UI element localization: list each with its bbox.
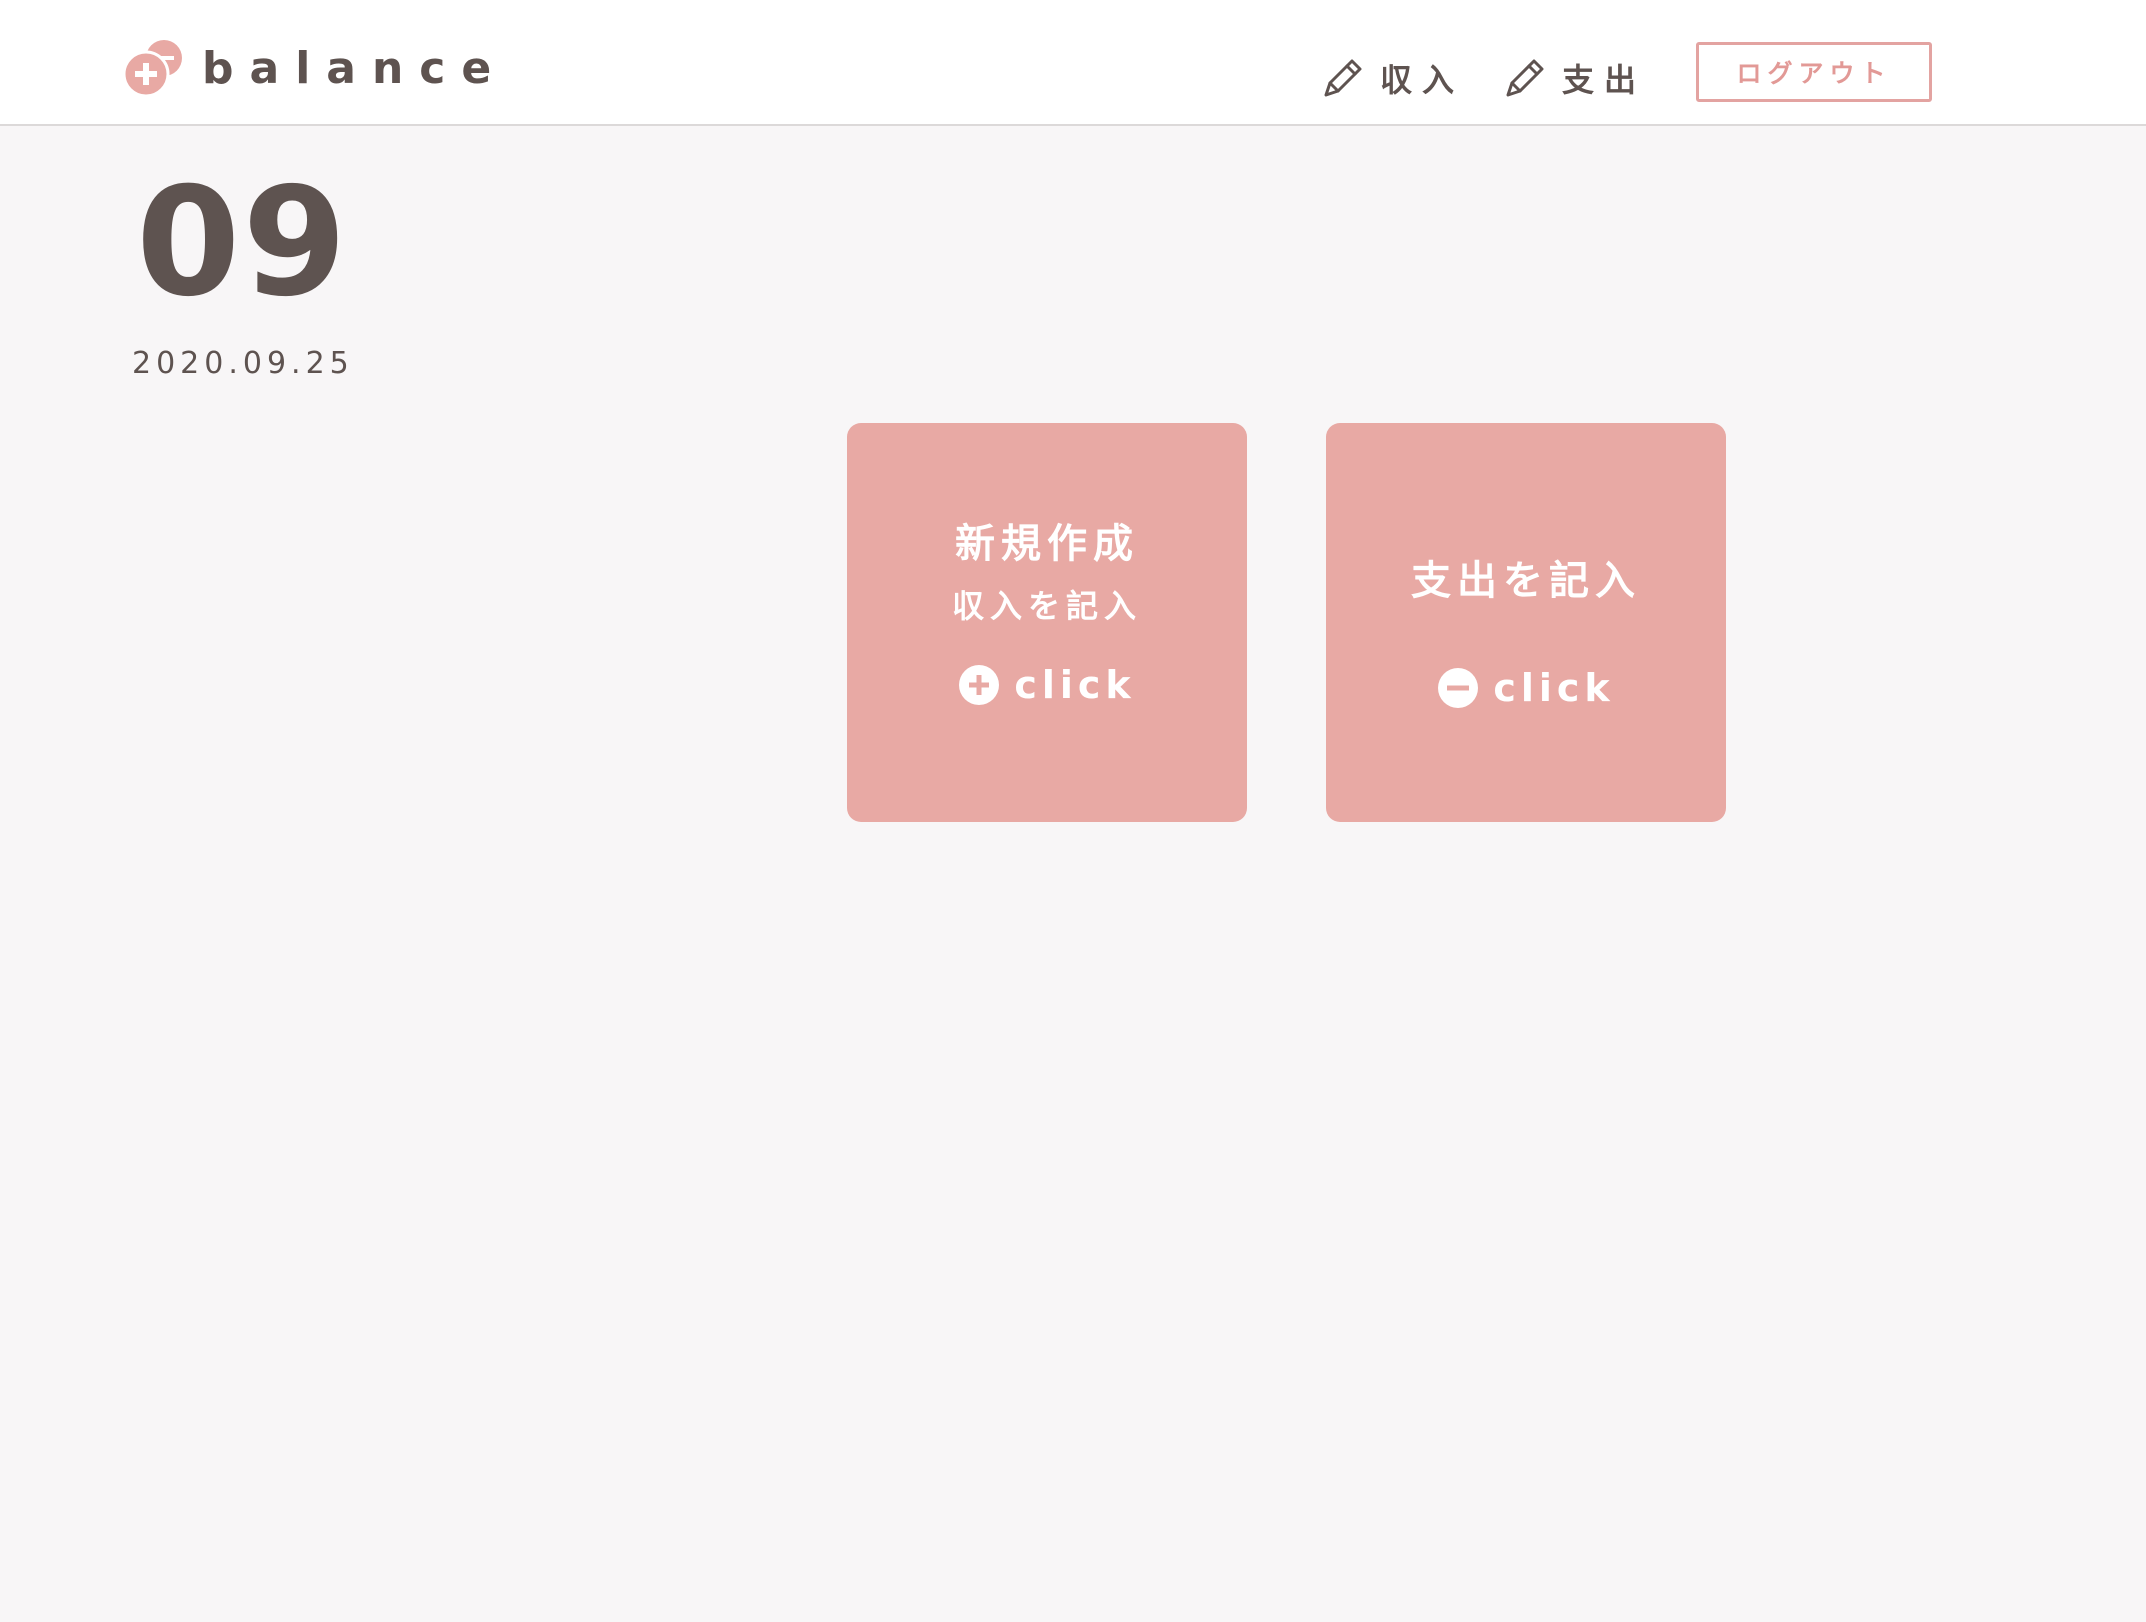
- new-income-card[interactable]: 新規作成 収入を記入 click: [847, 423, 1247, 822]
- income-click-label: click: [1014, 663, 1136, 707]
- nav-income-link[interactable]: 収入: [1318, 52, 1464, 104]
- expense-click-action[interactable]: click: [1326, 666, 1726, 710]
- current-date: 2020.09.25: [132, 346, 354, 381]
- income-click-action[interactable]: click: [847, 663, 1247, 707]
- expense-click-label: click: [1493, 666, 1615, 710]
- current-month: 09: [136, 156, 349, 330]
- pencil-icon: [1506, 59, 1544, 97]
- income-card-title: 新規作成: [955, 521, 1139, 567]
- minus-circle-icon: [1438, 668, 1479, 708]
- pencil-icon: [1324, 59, 1362, 97]
- nav-expense-label: 支出: [1562, 61, 1647, 99]
- nav-expense-link[interactable]: 支出: [1500, 52, 1646, 104]
- top-header: balance 収入 支出 ログアウト: [0, 0, 2146, 126]
- expense-card[interactable]: 支出を記入 click: [1326, 423, 1726, 822]
- logout-button[interactable]: ログアウト: [1696, 42, 1932, 102]
- logo-plus-minus-icon: [122, 40, 182, 98]
- brand-logo[interactable]: balance: [122, 38, 507, 98]
- plus-circle-icon: [959, 665, 1000, 705]
- expense-card-title: 支出を記入: [1411, 558, 1641, 604]
- nav-income-label: 収入: [1380, 61, 1465, 99]
- income-card-subtitle: 収入を記入: [951, 587, 1142, 625]
- brand-name: balance: [202, 42, 508, 94]
